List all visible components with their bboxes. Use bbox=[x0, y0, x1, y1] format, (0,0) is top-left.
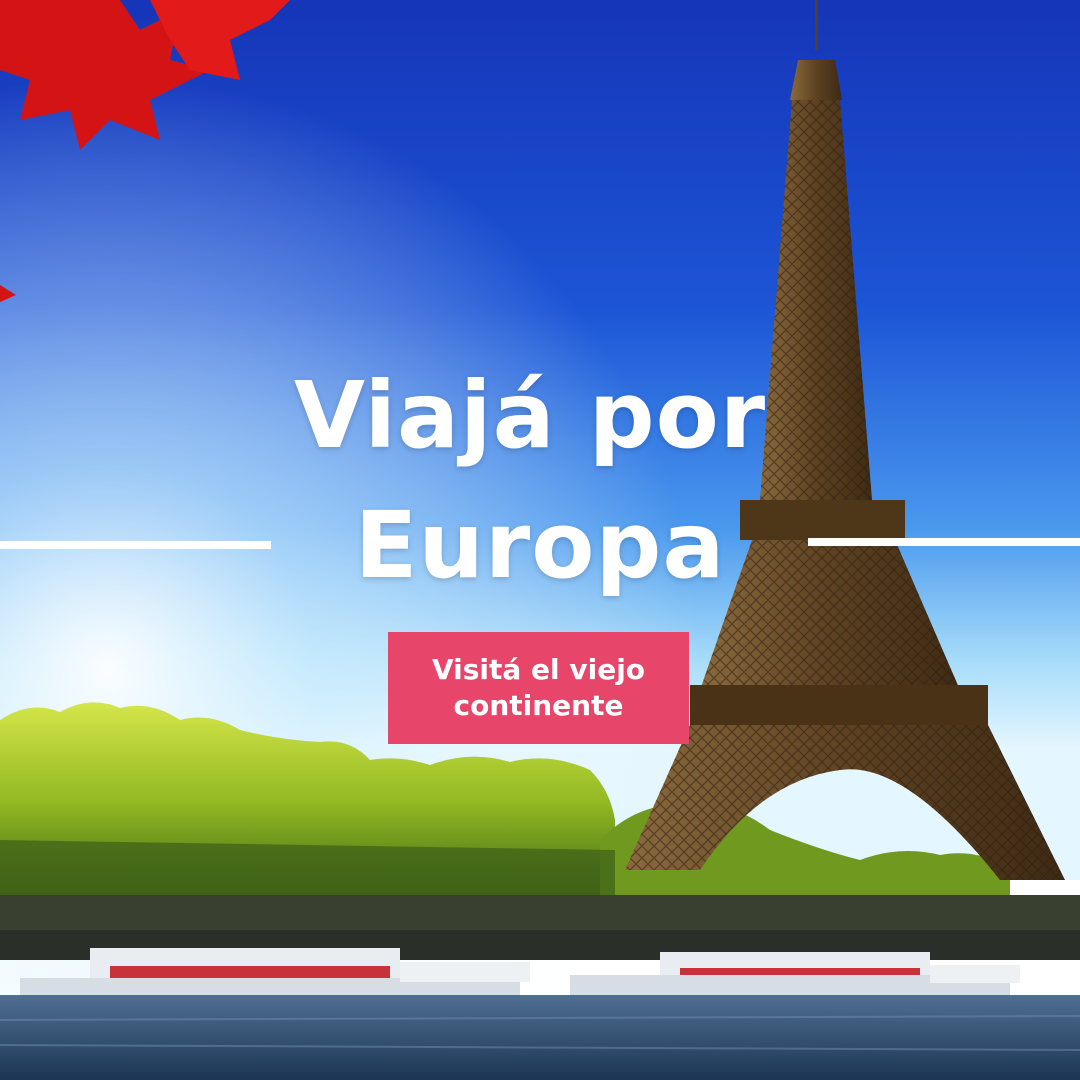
decorative-divider-left bbox=[0, 541, 271, 549]
cta-badge: Visitá el viejo continente bbox=[388, 632, 689, 744]
headline-line-1: Viajá por bbox=[293, 362, 767, 469]
travel-poster: Viajá por Europa Visitá el viejo contine… bbox=[0, 0, 1080, 1080]
decorative-divider-right bbox=[808, 538, 1080, 546]
cta-label: Visitá el viejo continente bbox=[431, 652, 646, 722]
river bbox=[0, 995, 1080, 1080]
